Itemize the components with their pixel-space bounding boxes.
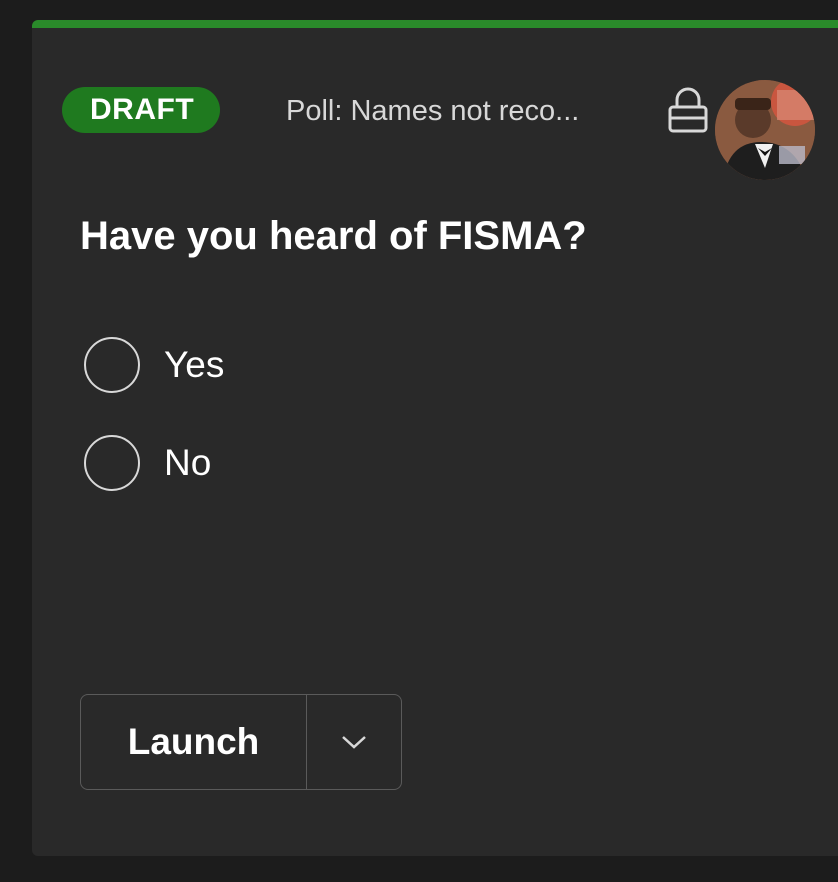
radio-yes[interactable] bbox=[84, 337, 140, 393]
option-label-no: No bbox=[164, 442, 212, 483]
poll-question: Have you heard of FISMA? bbox=[80, 214, 587, 258]
launch-button[interactable]: Launch bbox=[81, 695, 307, 789]
poll-card: DRAFT Poll: Names not reco... Have you h… bbox=[32, 20, 838, 856]
launch-split-button: Launch bbox=[80, 694, 402, 790]
option-yes[interactable]: Yes bbox=[84, 334, 224, 396]
chevron-down-icon bbox=[342, 736, 366, 749]
avatar[interactable] bbox=[715, 80, 815, 180]
user-avatar-icon bbox=[715, 80, 815, 180]
option-label-yes: Yes bbox=[164, 344, 225, 385]
status-badge: DRAFT bbox=[62, 87, 221, 133]
radio-no[interactable] bbox=[84, 435, 140, 491]
lock-icon bbox=[668, 87, 708, 133]
launch-options-button[interactable] bbox=[307, 695, 401, 789]
option-no[interactable]: No bbox=[84, 432, 211, 494]
poll-title: Poll: Names not reco... bbox=[286, 95, 580, 127]
